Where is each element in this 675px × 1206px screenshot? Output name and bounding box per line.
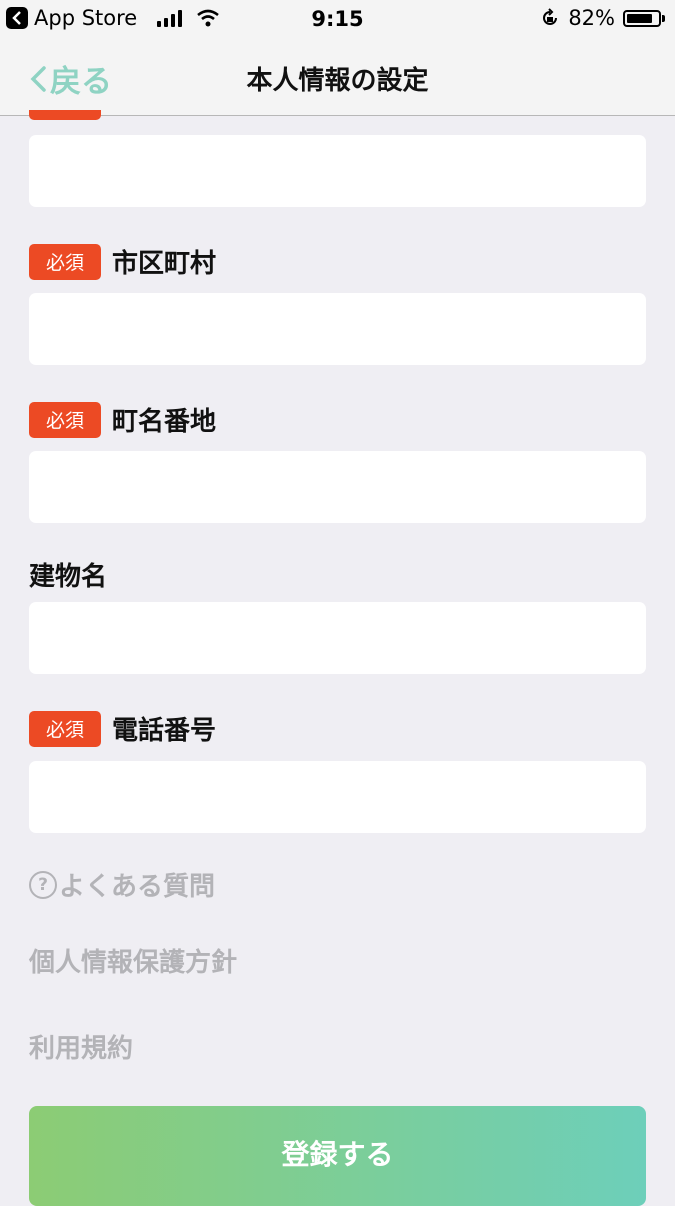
field-label: 電話番号 bbox=[112, 716, 217, 746]
page-title: 本人情報の設定 bbox=[246, 66, 429, 96]
phone-number-input[interactable] bbox=[29, 761, 646, 833]
field-label-row: 必須 町名番地 bbox=[29, 401, 216, 438]
field-label: 建物名 bbox=[29, 562, 108, 592]
field-label: 市区町村 bbox=[112, 249, 217, 279]
faq-label: よくある質問 bbox=[59, 872, 216, 902]
terms-link[interactable]: 利用規約 bbox=[29, 1028, 133, 1065]
field-label-row: 必須 市区町村 bbox=[29, 243, 216, 280]
required-badge: 必須 bbox=[29, 401, 101, 438]
street-address-input[interactable] bbox=[29, 451, 646, 523]
field-label-row: 建物名 bbox=[29, 556, 107, 593]
required-badge: 必須 bbox=[29, 710, 101, 747]
field-label: 町名番地 bbox=[112, 407, 217, 437]
battery-icon bbox=[623, 9, 665, 27]
privacy-policy-link[interactable]: 個人情報保護方針 bbox=[29, 942, 237, 979]
question-icon: ? bbox=[29, 870, 57, 899]
rotation-lock-icon bbox=[543, 8, 558, 25]
status-bar: App Store 9:15 82% bbox=[0, 0, 675, 38]
register-button[interactable]: 登録する bbox=[29, 1106, 646, 1206]
status-right: 82% bbox=[540, 6, 665, 30]
required-badge: 必須 bbox=[29, 243, 101, 280]
field-label-row: 必須 電話番号 bbox=[29, 710, 216, 747]
battery-percent: 82% bbox=[568, 6, 615, 30]
required-badge-partial bbox=[29, 110, 101, 120]
prefecture-input[interactable] bbox=[29, 135, 646, 207]
building-name-input[interactable] bbox=[29, 602, 646, 674]
faq-link[interactable]: ? よくある質問 bbox=[29, 866, 215, 903]
nav-bar: 戻る 本人情報の設定 bbox=[0, 38, 675, 116]
battery-fill bbox=[627, 13, 652, 23]
city-input[interactable] bbox=[29, 293, 646, 365]
